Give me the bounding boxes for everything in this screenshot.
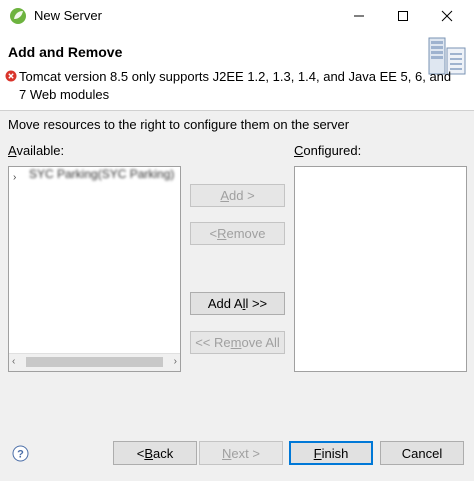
scroll-left-icon[interactable]: ‹ — [12, 356, 15, 367]
remove-button-mnemonic: R — [217, 226, 227, 241]
next-button-post: ext > — [231, 445, 260, 461]
add-button-mnemonic: A — [220, 188, 229, 203]
configured-list[interactable] — [294, 166, 467, 372]
available-list[interactable]: › SYC Parking(SYC Parking) ‹ › — [8, 166, 181, 372]
spring-leaf-icon — [10, 8, 26, 24]
maximize-button[interactable] — [380, 0, 426, 32]
minimize-icon — [354, 15, 364, 17]
finish-button-post: inish — [321, 445, 349, 461]
horizontal-scrollbar[interactable]: ‹ › — [9, 353, 180, 371]
expand-arrow-icon[interactable]: › — [13, 172, 16, 183]
configured-mnemonic: C — [294, 143, 304, 158]
next-button[interactable]: Next > — [199, 441, 283, 465]
close-button[interactable] — [424, 0, 470, 32]
back-button-mnemonic: B — [144, 445, 154, 461]
available-label: Available: — [8, 143, 64, 158]
instruction-text: Move resources to the right to configure… — [8, 117, 350, 132]
next-button-mnemonic: N — [222, 445, 232, 461]
list-item-label: SYC Parking(SYC Parking) — [29, 167, 175, 181]
add-all-button-post: l >> — [245, 296, 268, 311]
window-title: New Server — [34, 8, 102, 23]
close-icon — [441, 10, 453, 22]
available-label-text: vailable: — [16, 143, 65, 158]
remove-button[interactable]: < Remove — [190, 222, 285, 245]
remove-all-button-pre: << Re — [195, 335, 231, 350]
error-message: Tomcat version 8.5 only supports J2EE 1.… — [19, 69, 452, 102]
remove-all-button-mnemonic: m — [230, 335, 242, 350]
svg-text:?: ? — [17, 449, 24, 461]
maximize-icon — [398, 11, 408, 21]
add-all-button-pre: Add A — [207, 296, 243, 311]
list-item[interactable]: › SYC Parking(SYC Parking) — [9, 167, 180, 188]
remove-button-post: emove — [226, 226, 266, 241]
configured-label-text: onfigured: — [303, 143, 362, 158]
wizard-footer: ? < Back Next > Finish Cancel — [0, 436, 474, 481]
scrollbar-thumb[interactable] — [26, 357, 163, 367]
page-title: Add and Remove — [8, 44, 123, 60]
help-icon[interactable]: ? — [12, 445, 29, 462]
back-button[interactable]: < Back — [113, 441, 197, 465]
add-button[interactable]: Add > — [190, 184, 285, 207]
cancel-button[interactable]: Cancel — [380, 441, 464, 465]
back-button-pre: < — [136, 445, 145, 461]
error-icon — [5, 70, 17, 82]
scroll-right-icon[interactable]: › — [174, 356, 177, 367]
wizard-header: Add and Remove Tomcat version 8.5 only s… — [0, 32, 474, 110]
add-all-button[interactable]: Add All >> — [190, 292, 285, 315]
remove-all-button-post: ove All — [241, 335, 280, 350]
wizard-content: Move resources to the right to configure… — [0, 111, 474, 436]
configured-label: Configured: — [294, 143, 361, 158]
finish-button[interactable]: Finish — [289, 441, 373, 465]
remove-all-button[interactable]: << Re m ove All — [190, 331, 285, 354]
remove-button-pre: < — [209, 226, 218, 241]
back-button-post: ack — [153, 445, 174, 461]
title-bar: New Server — [0, 0, 474, 32]
finish-button-mnemonic: F — [313, 445, 322, 461]
minimize-button[interactable] — [336, 0, 382, 32]
add-button-post: dd > — [229, 188, 255, 203]
